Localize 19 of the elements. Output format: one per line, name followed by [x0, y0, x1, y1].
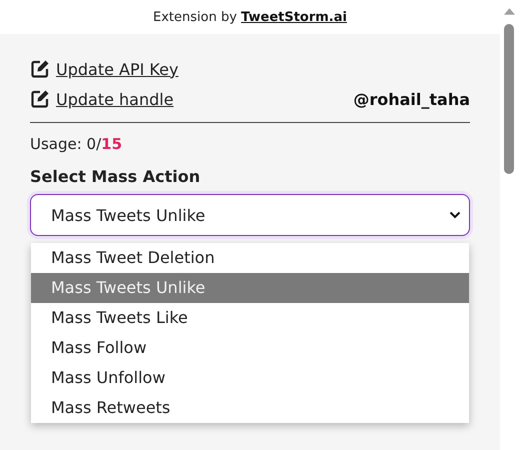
update-link[interactable]: Update API Key [30, 59, 178, 79]
brand-link[interactable]: TweetStorm.ai [241, 10, 347, 24]
scroll-up-icon[interactable] [504, 8, 515, 15]
scrollbar-thumb[interactable] [504, 24, 514, 174]
dropdown-option[interactable]: Mass Tweets Unlike [31, 273, 469, 303]
chevron-icon [449, 211, 461, 219]
edit-icon [30, 89, 50, 109]
update-link[interactable]: Update handle [30, 89, 174, 109]
credit-text: Extension by TweetStorm.ai [153, 10, 347, 24]
usage-text: Usage: 0/15 [30, 135, 124, 153]
edit-icon [30, 59, 50, 79]
dropdown-option[interactable]: Mass Tweet Deletion [31, 243, 469, 273]
select-label: Select Mass Action [30, 167, 202, 186]
dropdown-option[interactable]: Mass Retweets [31, 393, 469, 423]
dropdown-option[interactable]: Mass Tweets Like [31, 303, 469, 333]
dropdown-option[interactable]: Mass Follow [31, 333, 469, 363]
action-select[interactable]: Mass Tweets Unlike [30, 194, 470, 236]
dropdown-option[interactable]: Mass Unfollow [31, 363, 469, 393]
handle-text: @rohail_taha [353, 90, 470, 108]
